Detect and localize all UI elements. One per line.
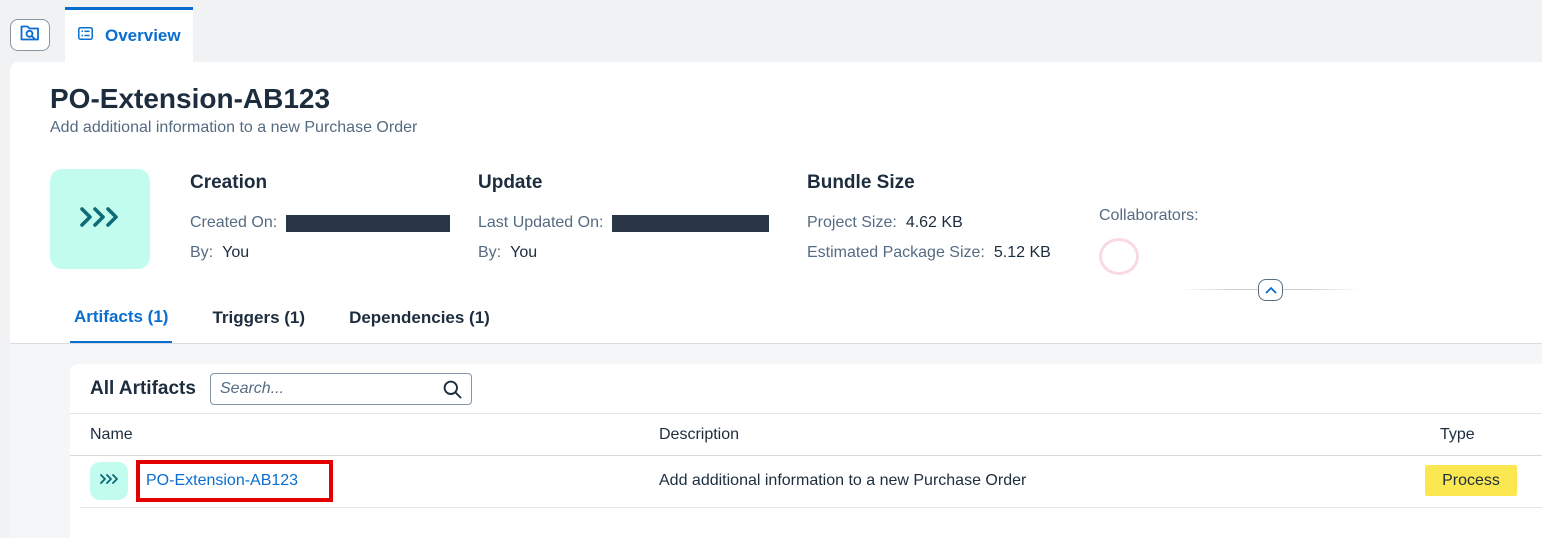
update-heading: Update [478, 172, 543, 193]
created-by-value: You [222, 244, 250, 261]
column-header-description[interactable]: Description [659, 426, 739, 444]
project-avatar [50, 169, 150, 269]
update-group: Update Last Updated On: By: You [478, 172, 770, 268]
artifacts-card: All Artifacts Name Description Type [70, 364, 1542, 538]
list-icon [78, 27, 93, 45]
column-header-name[interactable]: Name [90, 426, 133, 444]
search-icon[interactable] [443, 380, 462, 404]
process-chevrons-icon [99, 472, 119, 490]
created-on-row: Created On: [190, 208, 451, 238]
chevron-up-icon [1265, 281, 1277, 299]
artifact-avatar [90, 462, 128, 500]
created-by-label: By: [190, 244, 214, 261]
creation-heading: Creation [190, 172, 268, 193]
created-by-row: By: You [190, 238, 450, 268]
bundle-size-group: Bundle Size Project Size: 4.62 KB Estima… [807, 172, 1051, 268]
creation-group: Creation Created On: By: You [190, 172, 451, 268]
created-on-label: Created On: [190, 214, 278, 231]
redacted-updated-date [612, 214, 770, 232]
project-size-row: Project Size: 4.62 KB [807, 208, 1051, 238]
page-title: PO-Extension-AB123 [50, 83, 331, 114]
page-subtitle: Add additional information to a new Purc… [50, 119, 418, 136]
artifacts-search-input[interactable] [211, 374, 431, 404]
folder-search-icon [20, 24, 40, 47]
updated-by-row: By: You [478, 238, 769, 268]
artifacts-search [210, 373, 472, 405]
artifact-description: Add additional information to a new Purc… [659, 472, 1027, 489]
artifacts-title: All Artifacts [90, 378, 196, 399]
process-chevrons-icon [79, 205, 121, 234]
section-tabs: Artifacts (1) Triggers (1) Dependencies … [70, 292, 530, 344]
top-tab-bar: Overview [0, 0, 1542, 62]
tab-dependencies[interactable]: Dependencies (1) [345, 292, 494, 344]
main-panel: PO-Extension-AB123 Add additional inform… [10, 62, 1542, 538]
tab-overview[interactable]: Overview [65, 7, 193, 62]
artifact-type-badge: Process [1425, 465, 1517, 496]
estimated-size-label: Estimated Package Size: [807, 244, 985, 261]
tab-triggers[interactable]: Triggers (1) [208, 292, 309, 344]
project-size-value: 4.62 KB [905, 214, 963, 231]
bundle-size-heading: Bundle Size [807, 172, 915, 193]
column-header-type[interactable]: Type [1440, 426, 1475, 444]
updated-by-label: By: [478, 244, 502, 261]
updated-by-value: You [510, 244, 538, 261]
project-size-label: Project Size: [807, 214, 897, 231]
last-updated-label: Last Updated On: [478, 214, 604, 231]
table-row[interactable]: PO-Extension-AB123 Add additional inform… [80, 456, 1542, 508]
redacted-created-date [286, 214, 451, 232]
tab-overview-label: Overview [105, 26, 181, 45]
estimated-size-row: Estimated Package Size: 5.12 KB [807, 238, 1051, 268]
last-updated-row: Last Updated On: [478, 208, 770, 238]
table-header: Name Description Type [70, 413, 1542, 456]
estimated-size-value: 5.12 KB [993, 244, 1051, 261]
collaborators-label: Collaborators: [1099, 207, 1199, 224]
artifact-name-link[interactable]: PO-Extension-AB123 [136, 460, 333, 502]
collaborators-loading-indicator [1099, 238, 1139, 275]
tab-artifacts[interactable]: Artifacts (1) [70, 292, 173, 344]
collapse-header-button[interactable] [1258, 279, 1283, 301]
folder-search-button[interactable] [10, 19, 50, 51]
